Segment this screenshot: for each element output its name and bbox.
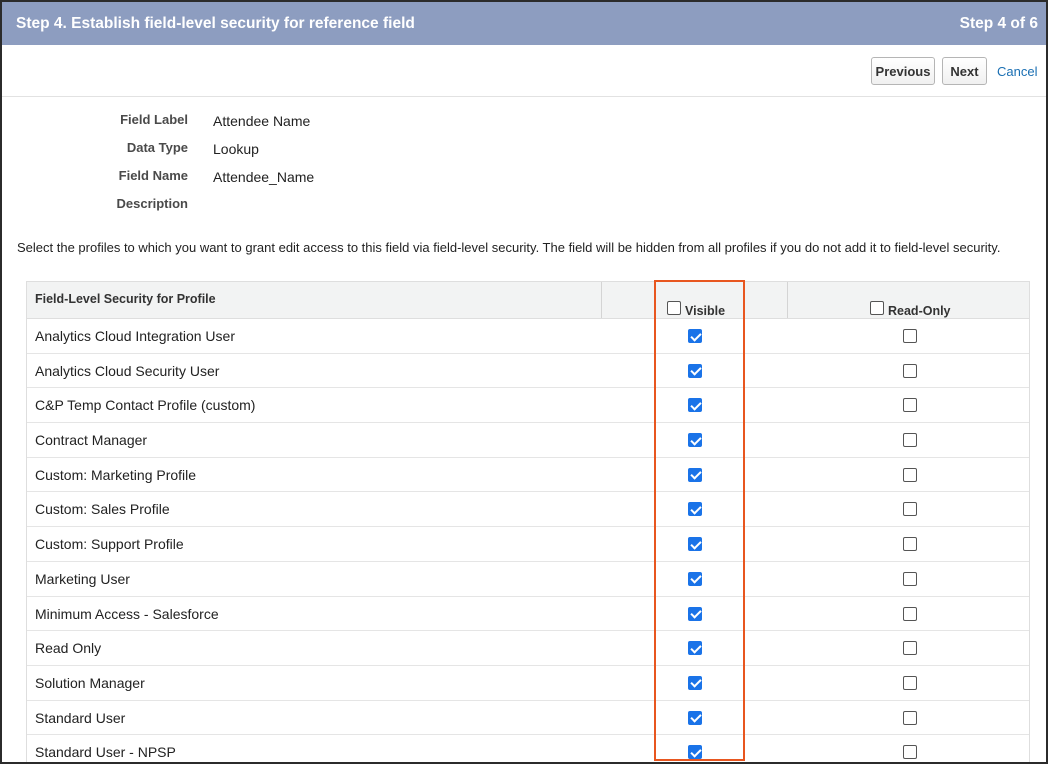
profile-name: Custom: Marketing Profile (35, 466, 197, 483)
next-button[interactable]: Next (942, 57, 987, 85)
column-divider (601, 282, 602, 318)
field-details: Field Label Attendee Name Data Type Look… (2, 112, 602, 224)
detail-row-description: Description (2, 196, 602, 224)
detail-label: Field Label (120, 112, 188, 127)
table-row: Analytics Cloud Security User (27, 354, 1029, 389)
visible-checkbox[interactable] (688, 537, 702, 552)
table-row: Read Only (27, 631, 1029, 666)
column-header-read-only-label: Read-Only (888, 304, 951, 318)
visible-checkbox[interactable] (688, 641, 702, 656)
detail-label: Description (116, 196, 188, 211)
visible-checkbox[interactable] (688, 571, 702, 586)
step-title: Step 4. Establish field-level security f… (16, 15, 415, 32)
table-row: Standard User (27, 701, 1029, 736)
table-row: Analytics Cloud Integration User (27, 319, 1029, 354)
instructions-text: Select the profiles to which you want to… (17, 240, 1001, 255)
select-all-read-only-checkbox[interactable] (870, 301, 884, 315)
wizard-toolbar: Previous Next Cancel (2, 45, 1046, 97)
read-only-checkbox[interactable] (903, 745, 917, 760)
visible-checkbox[interactable] (688, 710, 702, 725)
visible-checkbox[interactable] (688, 467, 702, 482)
visible-checkbox[interactable] (688, 433, 702, 448)
read-only-checkbox[interactable] (903, 641, 917, 656)
visible-checkbox[interactable] (688, 606, 702, 621)
table-row: Custom: Marketing Profile (27, 458, 1029, 493)
read-only-checkbox[interactable] (903, 363, 917, 378)
field-level-security-table: Field-Level Security for Profile Visible… (26, 281, 1030, 762)
select-all-visible-checkbox[interactable] (667, 301, 681, 315)
visible-checkbox[interactable] (688, 329, 702, 343)
table-row: Standard User - NPSP (27, 735, 1029, 762)
step-header: Step 4. Establish field-level security f… (2, 2, 1046, 45)
read-only-checkbox[interactable] (903, 571, 917, 586)
profile-name: Read Only (35, 640, 102, 657)
previous-button[interactable]: Previous (871, 57, 935, 85)
profile-name: Contract Manager (35, 432, 148, 449)
profile-name: Analytics Cloud Integration User (35, 328, 235, 344)
read-only-checkbox[interactable] (903, 467, 917, 482)
profile-name: Standard User (35, 709, 126, 726)
visible-checkbox[interactable] (688, 675, 702, 690)
table-row: Custom: Sales Profile (27, 492, 1029, 528)
profile-name: Custom: Sales Profile (35, 501, 170, 518)
detail-value: Attendee_Name (213, 169, 315, 185)
table-row: C&P Temp Contact Profile (custom) (27, 388, 1029, 424)
read-only-checkbox[interactable] (903, 537, 917, 552)
read-only-checkbox[interactable] (903, 398, 917, 413)
profile-name: Solution Manager (35, 674, 145, 691)
step-indicator: Step 4 of 6 (959, 15, 1038, 32)
detail-value: Lookup (213, 141, 259, 157)
visible-checkbox[interactable] (688, 398, 702, 413)
column-header-visible-label: Visible (685, 304, 726, 318)
profile-name: C&P Temp Contact Profile (custom) (35, 397, 256, 414)
detail-label: Data Type (126, 140, 188, 155)
visible-checkbox[interactable] (688, 363, 702, 378)
visible-checkbox[interactable] (688, 745, 702, 760)
profile-name: Marketing User (35, 570, 130, 587)
read-only-checkbox[interactable] (903, 710, 917, 725)
profile-name: Standard User - NPSP (35, 744, 176, 761)
profile-name: Custom: Support Profile (35, 536, 184, 553)
table-row: Contract Manager (27, 423, 1029, 458)
detail-row-field-name: Field Name Attendee_Name (2, 168, 602, 196)
read-only-checkbox[interactable] (903, 433, 917, 448)
detail-value: Attendee Name (213, 113, 311, 129)
read-only-checkbox[interactable] (903, 329, 917, 343)
read-only-checkbox[interactable] (903, 502, 917, 517)
detail-row-data-type: Data Type Lookup (2, 140, 602, 168)
column-divider (787, 282, 788, 318)
detail-label: Field Name (118, 168, 188, 183)
detail-row-field-label: Field Label Attendee Name (2, 112, 602, 140)
read-only-checkbox[interactable] (903, 606, 917, 621)
cancel-link[interactable]: Cancel (997, 64, 1037, 79)
visible-checkbox[interactable] (688, 502, 702, 517)
wizard-frame: Step 4. Establish field-level security f… (0, 0, 1048, 764)
profile-name: Analytics Cloud Security User (35, 362, 220, 379)
table-body: Analytics Cloud Integration User Analytic… (27, 319, 1029, 762)
table-row: Custom: Support Profile (27, 527, 1029, 562)
profile-name: Minimum Access - Salesforce (35, 605, 219, 622)
read-only-checkbox[interactable] (903, 675, 917, 690)
table-header-row: Field-Level Security for Profile Visible… (27, 282, 1029, 319)
table-row: Marketing User (27, 562, 1029, 597)
table-row: Minimum Access - Salesforce (27, 597, 1029, 632)
table-row: Solution Manager (27, 666, 1029, 701)
